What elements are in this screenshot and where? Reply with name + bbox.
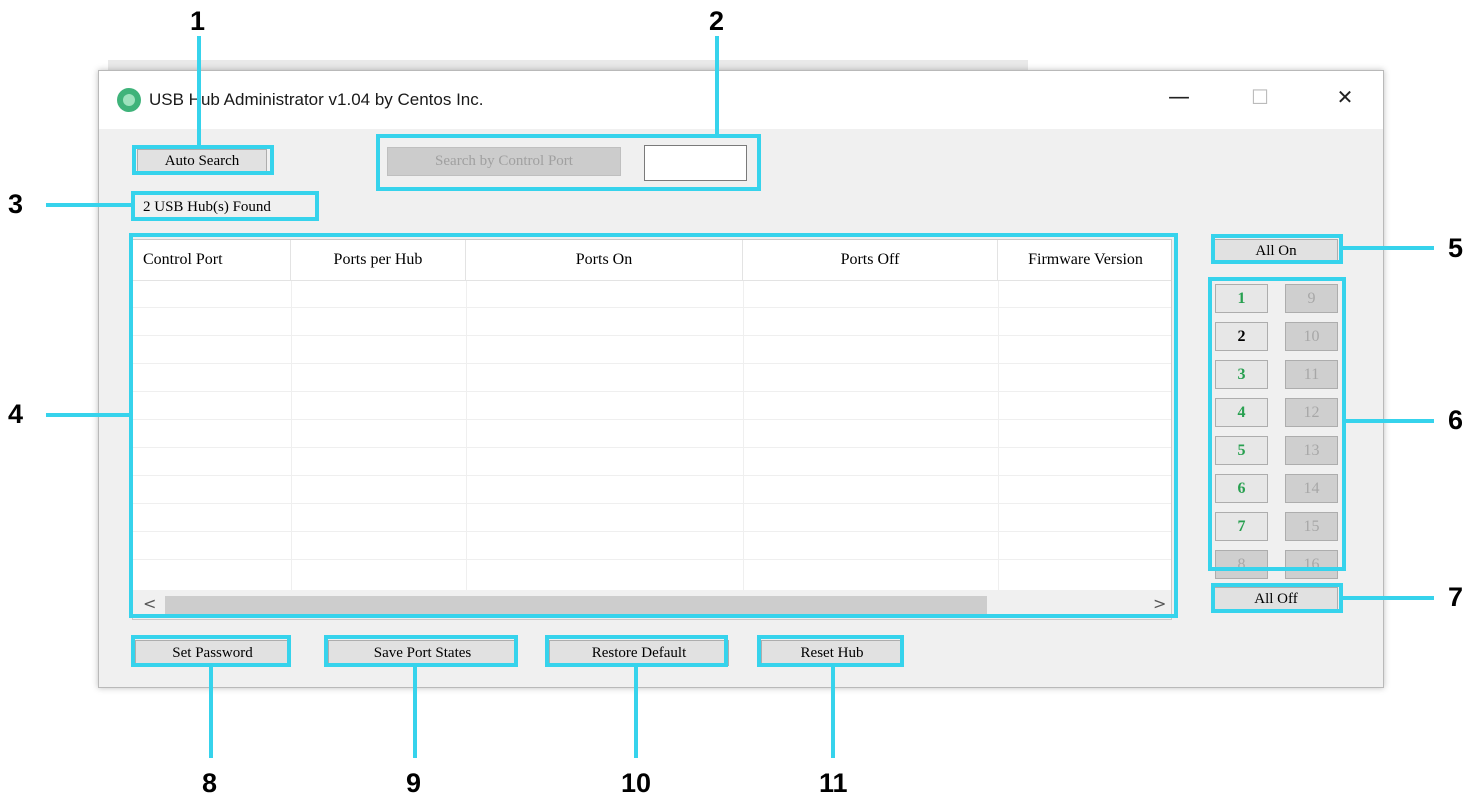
callout-number-9: 9 [406, 768, 422, 798]
callout-box-all-off [1211, 583, 1343, 613]
callout-line-8 [209, 666, 213, 758]
callout-box-reset-hub [757, 635, 904, 667]
callout-box-all-on [1211, 234, 1343, 264]
callout-number-6: 6 [1448, 405, 1464, 435]
callout-line-9 [413, 666, 417, 758]
callout-box-restore-default [545, 635, 728, 667]
callout-box-search-by-port [376, 134, 761, 191]
title-bar: USB Hub Administrator v1.04 by Centos In… [99, 71, 1383, 129]
callout-number-7: 7 [1448, 582, 1464, 612]
callout-number-5: 5 [1448, 233, 1464, 263]
callout-line-2 [715, 36, 719, 136]
callout-box-auto-search [132, 145, 274, 175]
close-icon[interactable]: ✕ [1330, 85, 1360, 109]
callout-number-11: 11 [819, 768, 848, 798]
callout-number-10: 10 [621, 768, 652, 798]
callout-box-save-port-states [324, 635, 518, 667]
callout-number-3: 3 [8, 189, 24, 219]
callout-number-2: 2 [709, 6, 725, 36]
usb-hub-app-icon [117, 88, 141, 112]
callout-line-11 [831, 666, 835, 758]
callout-line-3 [46, 203, 132, 207]
maximize-icon[interactable]: ☐ [1245, 85, 1275, 109]
callout-line-4 [46, 413, 130, 417]
callout-line-7 [1342, 596, 1434, 600]
callout-box-set-password [131, 635, 291, 667]
callout-box-found-status [131, 191, 319, 221]
callout-line-5 [1342, 246, 1434, 250]
callout-number-1: 1 [190, 6, 206, 36]
callout-number-8: 8 [202, 768, 218, 798]
callout-line-10 [634, 666, 638, 758]
callout-line-6 [1345, 419, 1434, 423]
callout-box-port-buttons [1208, 277, 1346, 571]
callout-line-1 [197, 36, 201, 146]
callout-box-table [129, 233, 1178, 618]
minimize-icon[interactable]: — [1164, 85, 1194, 110]
callout-number-4: 4 [8, 399, 24, 429]
